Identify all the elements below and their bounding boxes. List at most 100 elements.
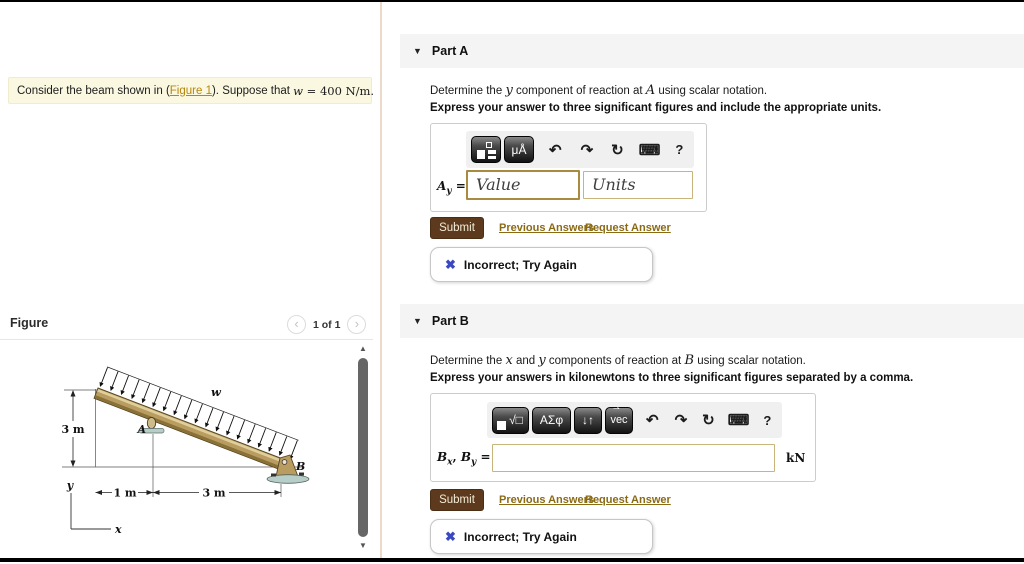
part-b-header: ▼ Part B bbox=[400, 304, 1024, 338]
assignment-page: Consider the beam shown in (Figure 1). S… bbox=[0, 0, 1024, 564]
part-a-value-input[interactable] bbox=[466, 170, 580, 200]
equation-templates-button[interactable] bbox=[471, 136, 501, 163]
undo-icon[interactable]: ↶ bbox=[646, 411, 659, 429]
templates-icon bbox=[497, 421, 506, 430]
problem-text-2: ). Suppose that bbox=[212, 85, 293, 97]
vector-button[interactable]: ⇀vec bbox=[605, 407, 633, 434]
part-a-instruction: Express your answer to three significant… bbox=[430, 102, 881, 114]
bottom-border bbox=[0, 558, 1024, 562]
figure-pager: ‹ 1 of 1 › bbox=[287, 315, 366, 334]
part-b-title: Part B bbox=[432, 314, 469, 328]
problem-statement: Consider the beam shown in (Figure 1). S… bbox=[8, 77, 372, 104]
part-a-answer-label: Ay = bbox=[437, 179, 466, 196]
part-a-feedback-text: Incorrect; Try Again bbox=[464, 258, 577, 272]
support-a-label: A bbox=[136, 423, 146, 436]
templates-icon-part bbox=[488, 150, 496, 154]
greek-symbols-button[interactable]: ΑΣφ bbox=[532, 407, 571, 434]
part-b-submit-button[interactable]: Submit bbox=[430, 489, 484, 511]
part-b-question-text-1: Determine the bbox=[430, 355, 505, 367]
dim-height-label: 3 m bbox=[61, 423, 84, 436]
vector-arrow-icon: ⇀ bbox=[613, 404, 620, 413]
part-b-question: Determine the x and y components of reac… bbox=[430, 353, 806, 368]
beam-and-load bbox=[94, 367, 299, 473]
redo-icon[interactable]: ↷ bbox=[581, 141, 594, 159]
figure-scroll-up-icon[interactable]: ▲ bbox=[356, 344, 370, 353]
reset-icon[interactable]: ↻ bbox=[611, 141, 624, 159]
templates-icon-part bbox=[488, 156, 496, 159]
part-a-equals: = bbox=[452, 179, 466, 193]
part-a-collapse-icon[interactable]: ▼ bbox=[413, 46, 422, 56]
keyboard-icon[interactable]: ⌨ bbox=[728, 411, 750, 429]
figure-next-button[interactable]: › bbox=[347, 315, 366, 334]
vector-label: vec bbox=[610, 414, 627, 426]
part-b-equation-toolbar: √□ ΑΣφ ↓↑ ⇀vec ↶ ↷ ↻ ⌨ ? bbox=[487, 402, 782, 438]
templates-icon bbox=[477, 150, 485, 159]
updown-arrows-button[interactable]: ↓↑ bbox=[574, 407, 602, 434]
part-b-feedback: ✖ Incorrect; Try Again bbox=[430, 519, 653, 554]
figure-page-indicator: 1 of 1 bbox=[313, 319, 340, 331]
help-icon[interactable]: ? bbox=[675, 142, 683, 157]
part-b-previous-answers-link[interactable]: Previous Answers bbox=[499, 494, 594, 506]
units-button[interactable]: μÅ bbox=[504, 136, 534, 163]
equation-templates-button[interactable]: √□ bbox=[492, 407, 529, 434]
part-a-units-input[interactable] bbox=[583, 171, 693, 199]
w-value: = 400 N/m. bbox=[303, 84, 374, 98]
part-b-equals: = bbox=[476, 450, 490, 464]
coordinate-axes bbox=[71, 493, 111, 529]
part-a-previous-answers-link[interactable]: Previous Answers bbox=[499, 222, 594, 234]
distributed-load-arrows bbox=[100, 368, 297, 460]
dim-span-left-label: 1 m bbox=[113, 487, 136, 500]
part-b-request-answer-link[interactable]: Request Answer bbox=[585, 494, 671, 506]
w-symbol: w bbox=[293, 84, 303, 98]
part-b-answer-input[interactable] bbox=[492, 444, 775, 472]
beam-shade bbox=[95, 395, 288, 472]
beam-highlight bbox=[97, 389, 290, 465]
figure-scrollbar-thumb[interactable] bbox=[358, 358, 368, 537]
figure-prev-button[interactable]: ‹ bbox=[287, 315, 306, 334]
load-w-label: w bbox=[211, 385, 222, 399]
part-b-instruction: Express your answers in kilonewtons to t… bbox=[430, 372, 913, 384]
panel-divider bbox=[380, 2, 382, 558]
part-a-question: Determine the y component of reaction at… bbox=[430, 83, 767, 98]
part-b-collapse-icon[interactable]: ▼ bbox=[413, 316, 422, 326]
part-a-submit-button[interactable]: Submit bbox=[430, 217, 484, 239]
figure-scroll-down-icon[interactable]: ▼ bbox=[356, 541, 370, 550]
part-a-question-text-2: component of reaction at bbox=[513, 85, 646, 97]
part-b-var1: B bbox=[437, 450, 447, 464]
reference-lines bbox=[62, 389, 303, 497]
part-b-question-text-4: using scalar notation. bbox=[694, 355, 806, 367]
part-b-var2: B bbox=[461, 450, 471, 464]
part-a-question-text-3: using scalar notation. bbox=[655, 85, 767, 97]
keyboard-icon[interactable]: ⌨ bbox=[639, 141, 661, 159]
templates-icon-part bbox=[486, 142, 492, 148]
part-b-unit-label: kN bbox=[786, 451, 805, 465]
part-a-question-var-y: y bbox=[505, 83, 512, 98]
axis-x-label: x bbox=[114, 523, 122, 536]
part-b-question-text-3: components of reaction at bbox=[546, 355, 685, 367]
redo-icon[interactable]: ↷ bbox=[675, 411, 688, 429]
part-a-equation-toolbar: μÅ ↶ ↷ ↻ ⌨ ? bbox=[466, 131, 694, 168]
figure-panel-title: Figure bbox=[10, 316, 48, 330]
part-b-question-var-x: x bbox=[505, 353, 512, 368]
reset-icon[interactable]: ↻ bbox=[702, 411, 715, 429]
part-b-feedback-text: Incorrect; Try Again bbox=[464, 530, 577, 544]
incorrect-x-icon: ✖ bbox=[445, 257, 456, 273]
problem-text-1: Consider the beam shown in ( bbox=[17, 85, 170, 97]
figure-link[interactable]: Figure 1 bbox=[170, 85, 212, 97]
axis-y-label: y bbox=[66, 479, 75, 492]
figure-divider bbox=[0, 339, 373, 340]
part-a-header: ▼ Part A bbox=[400, 34, 1024, 68]
beam-diagram: 3 m 1 m 3 m y x bbox=[0, 344, 380, 558]
part-b-question-text-2: and bbox=[513, 355, 539, 367]
undo-icon[interactable]: ↶ bbox=[549, 141, 562, 159]
incorrect-x-icon: ✖ bbox=[445, 529, 456, 545]
part-a-feedback: ✖ Incorrect; Try Again bbox=[430, 247, 653, 282]
templates-icon-glyph: √□ bbox=[509, 413, 523, 427]
part-b-question-var-b: B bbox=[684, 353, 694, 368]
part-a-question-text-1: Determine the bbox=[430, 85, 505, 97]
part-a-request-answer-link[interactable]: Request Answer bbox=[585, 222, 671, 234]
support-b-label: B bbox=[295, 460, 305, 473]
part-b-question-var-y: y bbox=[538, 353, 545, 368]
help-icon[interactable]: ? bbox=[763, 413, 771, 428]
part-b-label-sep: , bbox=[453, 450, 461, 464]
